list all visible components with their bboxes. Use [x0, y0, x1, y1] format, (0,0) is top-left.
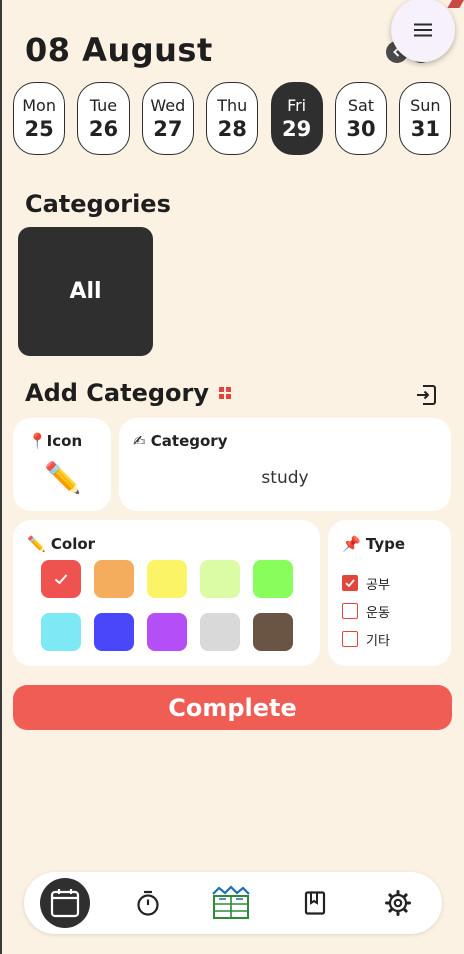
day-name: Thu [217, 95, 248, 115]
color-swatch[interactable] [41, 613, 81, 651]
grid-icon [219, 387, 231, 399]
add-category-heading: Add Category [25, 379, 231, 407]
add-category-title: Add Category [25, 379, 209, 407]
day-number: 26 [88, 116, 119, 141]
color-swatch[interactable] [147, 613, 187, 651]
left-edge [0, 0, 2, 954]
color-swatch[interactable] [147, 560, 187, 598]
complete-button-label: Complete [168, 693, 297, 722]
color-swatch[interactable] [200, 613, 240, 651]
bottom-navigation [24, 872, 442, 934]
category-tile-label: All [69, 279, 102, 304]
type-option[interactable]: 공부 [342, 569, 390, 597]
day-name: Sat [347, 95, 375, 115]
category-name-input[interactable]: study [119, 468, 451, 488]
color-swatch[interactable] [253, 560, 293, 598]
color-swatch[interactable] [200, 560, 240, 598]
type-option[interactable]: 운동 [342, 597, 390, 625]
selected-icon[interactable]: ✏️ [44, 461, 81, 496]
type-option-label: 공부 [366, 577, 390, 593]
complete-button[interactable]: Complete [13, 685, 452, 730]
day-chip-sun[interactable]: Sun 31 [399, 82, 452, 155]
type-option-label: 운동 [366, 605, 390, 621]
category-name-card: ✍ Category study [119, 418, 451, 511]
day-number: 30 [346, 116, 376, 141]
timer-icon [137, 890, 159, 916]
color-swatch[interactable] [41, 560, 81, 598]
day-chip-thu[interactable]: Thu 28 [206, 82, 259, 155]
nav-books[interactable] [210, 884, 252, 922]
day-chip-sat[interactable]: Sat 30 [334, 82, 388, 155]
icon-label: 📍Icon [28, 432, 83, 450]
nav-book[interactable] [302, 890, 328, 916]
day-name: Mon [22, 95, 56, 115]
gear-icon [385, 890, 411, 916]
color-swatch[interactable] [94, 560, 134, 598]
color-swatches [41, 560, 293, 651]
day-chip-wed[interactable]: Wed 27 [141, 82, 194, 155]
day-name: Tue [89, 95, 118, 115]
category-label: ✍ Category [133, 432, 228, 450]
day-chip-fri[interactable]: Fri 29 [270, 82, 323, 155]
book-icon [304, 891, 326, 915]
color-picker-card: ✏️ Color [13, 520, 320, 666]
calendar-icon [50, 889, 80, 918]
menu-button[interactable] [391, 0, 455, 62]
day-number: 31 [410, 116, 440, 141]
week-day-selector: Mon 25 Tue 26 Wed 27 Thu 28 Fri 29 Sat 30 Sun 3… [13, 82, 452, 155]
icon-picker-card[interactable]: 📍Icon ✏️ [13, 418, 111, 511]
day-number: 25 [24, 116, 54, 141]
category-tile-all[interactable]: All [18, 227, 153, 356]
type-options: 공부 운동 기타 [342, 569, 390, 653]
color-label: ✏️ Color [27, 535, 96, 553]
day-chip-mon[interactable]: Mon 25 [13, 82, 66, 155]
day-number: 28 [217, 116, 247, 141]
page-title: 08 August [25, 31, 213, 69]
checkbox[interactable] [342, 631, 358, 647]
check-icon [54, 574, 68, 585]
check-icon [345, 579, 355, 588]
hamburger-menu-icon [414, 23, 432, 37]
nav-calendar[interactable] [40, 878, 90, 928]
books-icon [212, 885, 250, 919]
type-option[interactable]: 기타 [342, 625, 390, 653]
day-number: 27 [153, 116, 183, 141]
type-picker-card: 📌 Type 공부 운동 기타 [328, 520, 451, 666]
checkbox[interactable] [342, 603, 358, 619]
exit-icon[interactable] [414, 383, 438, 407]
nav-settings[interactable] [384, 889, 412, 917]
day-chip-tue[interactable]: Tue 26 [77, 82, 130, 155]
color-swatch[interactable] [94, 613, 134, 651]
type-label: 📌 Type [342, 535, 406, 553]
type-option-label: 기타 [366, 633, 390, 649]
day-number: 29 [281, 116, 312, 141]
day-name: Sun [410, 95, 441, 115]
day-name: Fri [287, 95, 307, 115]
day-name: Wed [150, 95, 186, 115]
nav-timer[interactable] [134, 889, 162, 917]
corner-accent [447, 0, 464, 8]
color-swatch[interactable] [253, 613, 293, 651]
checkbox[interactable] [342, 575, 358, 591]
categories-heading: Categories [25, 190, 171, 218]
